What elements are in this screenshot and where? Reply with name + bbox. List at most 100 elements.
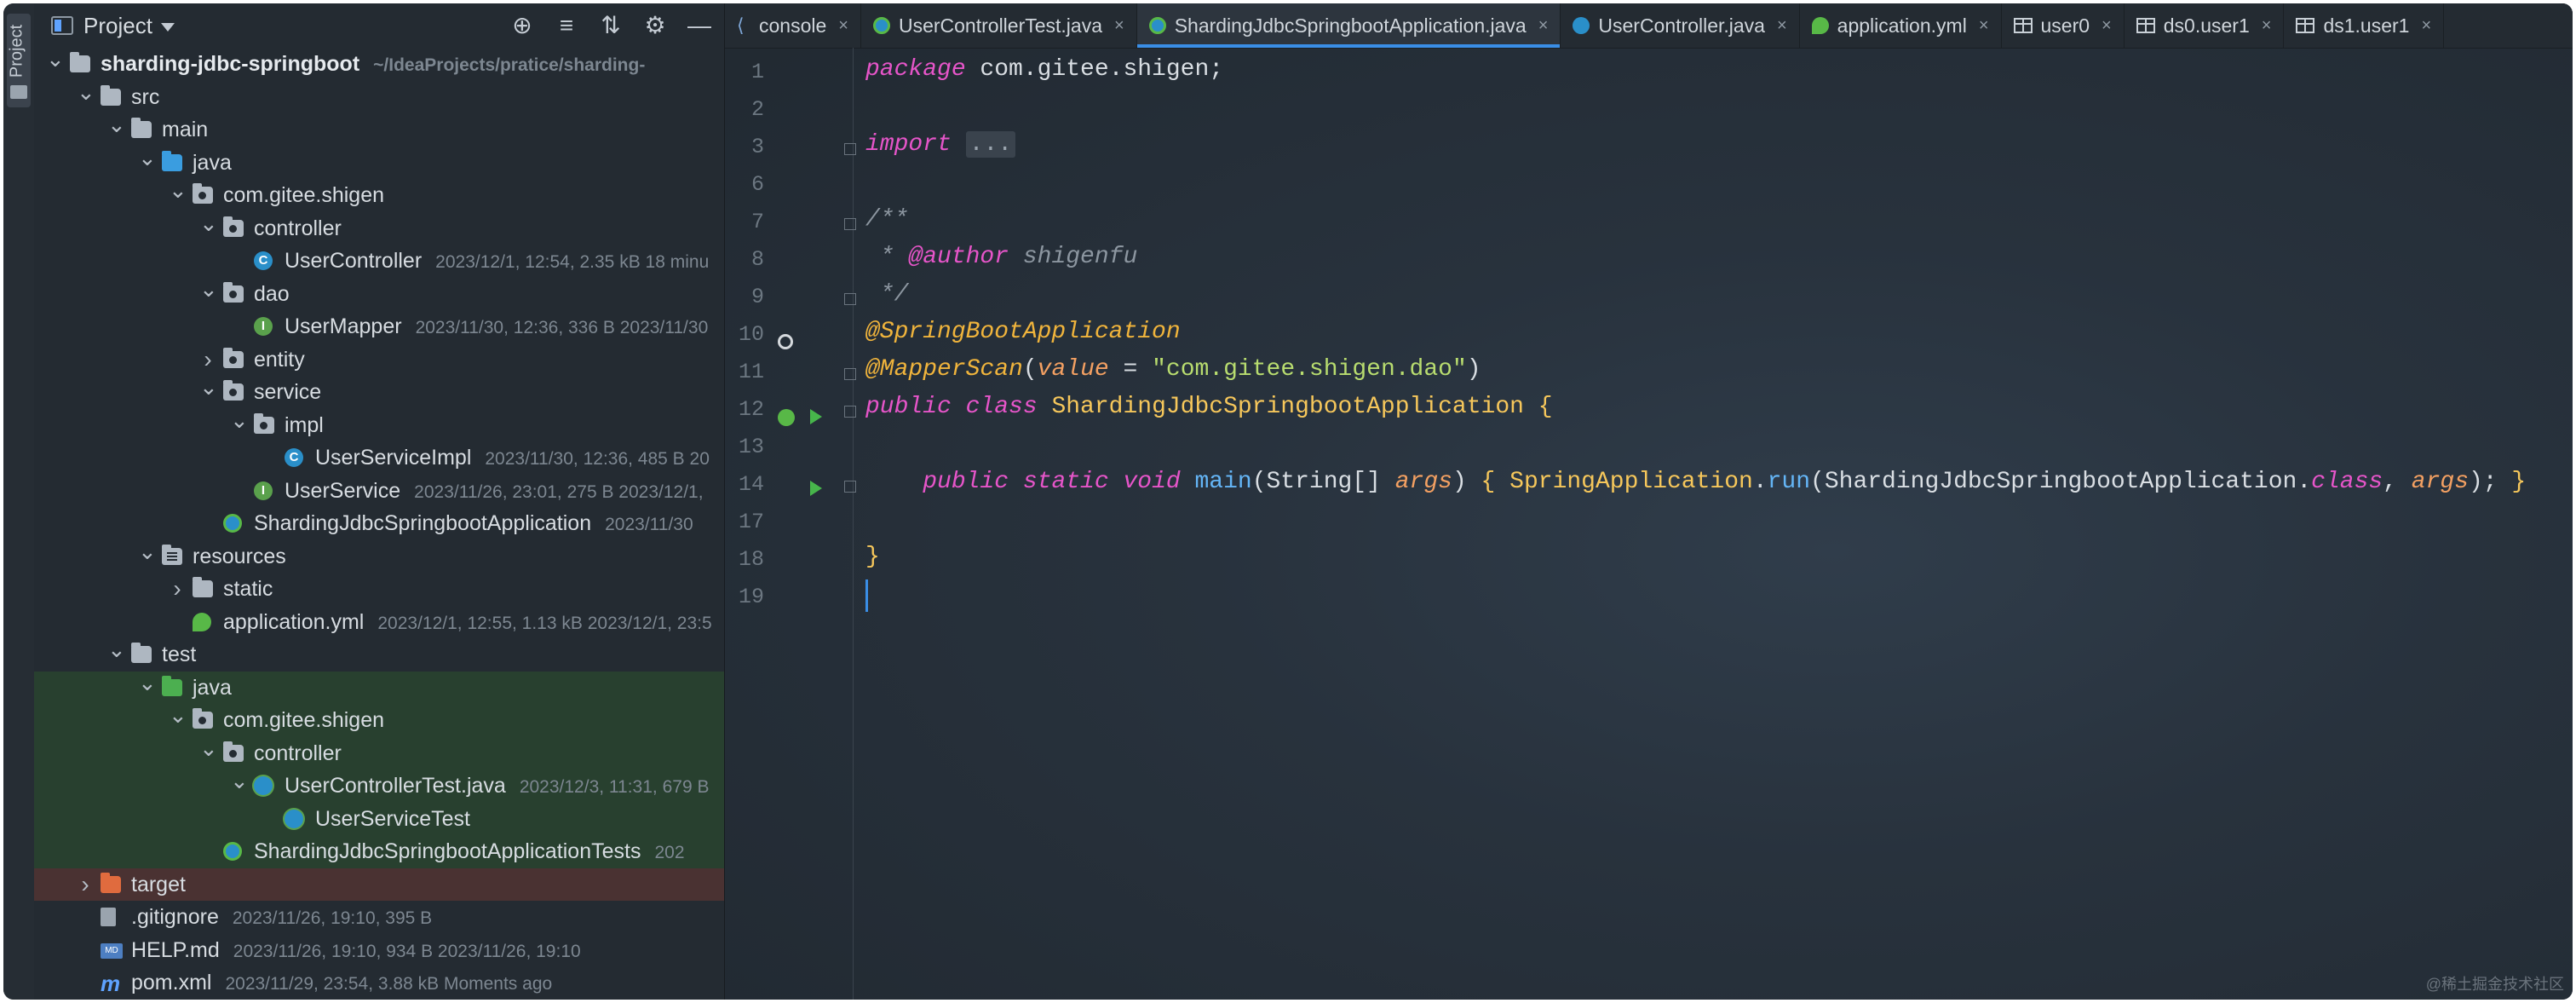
fold-toggle-icon[interactable] <box>844 143 856 155</box>
editor-tab[interactable]: ShardingJdbcSpringbootApplication.java × <box>1136 3 1561 48</box>
chevron-down-icon[interactable]: ⌄ <box>46 48 65 76</box>
project-panel: Project ⊕ ≡ ⇅ ⚙ — ⌄ sharding-jdbc-springb… <box>34 3 725 1000</box>
tree-item[interactable]: m pom.xml 2023/11/29, 23:54, 3.88 kB Momen… <box>34 966 724 1000</box>
chevron-down-icon[interactable]: ⌄ <box>199 278 218 306</box>
parameter: args <box>1394 469 1452 495</box>
tree-item[interactable]: › static <box>34 573 724 606</box>
tree-item[interactable]: MD HELP.md 2023/11/26, 19:10, 934 B 2023/1… <box>34 934 724 967</box>
tree-item[interactable]: I UserService 2023/11/26, 23:01, 275 B 202… <box>34 475 724 508</box>
chevron-down-icon[interactable]: ⌄ <box>77 81 95 109</box>
chevron-down-icon[interactable]: ⌄ <box>169 704 187 732</box>
tree-item[interactable]: ⌄ service <box>34 376 724 409</box>
run-icon[interactable] <box>810 481 822 496</box>
editor-tab[interactable]: UserControllerTest.java × <box>861 3 1137 48</box>
chevron-down-icon[interactable]: ⌄ <box>199 376 218 404</box>
chevron-down-icon[interactable]: ⌄ <box>107 113 126 141</box>
folded-imports[interactable]: ... <box>965 131 1016 158</box>
locate-file-icon[interactable]: ⊕ <box>509 10 535 41</box>
chevron-down-icon[interactable]: ⌄ <box>199 737 218 765</box>
minimize-icon[interactable]: — <box>687 10 712 41</box>
code-area[interactable]: package com.gitee.shigen; import ... /**… <box>865 48 2573 1000</box>
gear-icon[interactable]: ⚙ <box>642 10 668 41</box>
editor-tab[interactable]: user0 × <box>2002 3 2125 48</box>
spring-bean-icon[interactable] <box>778 409 795 426</box>
tree-item-label: controller <box>254 741 342 765</box>
project-panel-title[interactable]: Project <box>83 13 152 39</box>
editor-tab-label: UserController.java <box>1598 14 1765 37</box>
chevron-down-icon[interactable] <box>160 23 175 32</box>
tree-item[interactable]: ⌄ com.gitee.shigen <box>34 179 724 212</box>
close-icon[interactable]: × <box>2421 16 2431 36</box>
close-icon[interactable]: × <box>838 16 848 36</box>
tree-item[interactable]: ShardingJdbcSpringbootApplicationTests 20… <box>34 835 724 868</box>
chevron-down-icon[interactable]: ⌄ <box>230 409 249 437</box>
yaml-file-icon <box>193 612 211 631</box>
close-icon[interactable]: × <box>2102 16 2112 36</box>
tree-item[interactable]: ShardingJdbcSpringbootApplication 2023/11… <box>34 507 724 540</box>
code-line-12: public class ShardingJdbcSpringbootAppli… <box>865 394 1553 420</box>
text-caret <box>865 579 868 612</box>
fold-toggle-icon[interactable] <box>844 406 856 418</box>
tree-item[interactable]: ⌄ main <box>34 113 724 147</box>
close-icon[interactable]: × <box>2262 16 2272 36</box>
close-icon[interactable]: × <box>1114 16 1124 36</box>
chevron-down-icon[interactable]: ⌄ <box>169 179 187 207</box>
editor-tab[interactable]: ⟨ console × <box>725 3 861 48</box>
find-usages-icon[interactable] <box>778 334 793 349</box>
folder-icon <box>70 52 90 72</box>
chevron-right-icon[interactable]: › <box>199 343 216 377</box>
tree-item-label: UserController <box>285 249 423 273</box>
tree-item[interactable]: ⌄ sharding-jdbc-springboot ~/IdeaProjects/… <box>34 48 724 81</box>
fold-toggle-icon[interactable] <box>844 368 856 380</box>
tree-item[interactable]: ⌄ impl <box>34 409 724 442</box>
chevron-right-icon[interactable]: › <box>169 573 186 606</box>
close-icon[interactable]: × <box>1777 16 1787 36</box>
tree-item[interactable]: ⌄ com.gitee.shigen <box>34 704 724 737</box>
tree-item[interactable]: C UserServiceImpl 2023/11/30, 12:36, 485 B… <box>34 441 724 475</box>
chevron-down-icon[interactable]: ⌄ <box>230 770 249 798</box>
tree-item[interactable]: › target <box>34 868 724 902</box>
tree-item[interactable]: UserServiceTest <box>34 802 724 835</box>
project-tree: ⌄ sharding-jdbc-springboot ~/IdeaProjects/… <box>34 48 724 1000</box>
expand-all-icon[interactable]: ≡ <box>554 10 579 41</box>
chevron-down-icon[interactable]: ⌄ <box>138 147 157 175</box>
tree-item[interactable]: ⌄ test <box>34 638 724 672</box>
tree-item[interactable]: ⌄ dao <box>34 278 724 311</box>
fold-toggle-icon[interactable] <box>844 481 856 493</box>
tree-item[interactable]: ⌄ controller <box>34 212 724 245</box>
tree-item[interactable]: ⌄ controller <box>34 736 724 770</box>
line-number: 3 <box>750 135 764 159</box>
editor-tab[interactable]: UserController.java × <box>1561 3 1800 48</box>
fold-toggle-icon[interactable] <box>844 218 856 230</box>
editor-tab-label: user0 <box>2040 14 2090 37</box>
chevron-down-icon[interactable]: ⌄ <box>138 672 157 700</box>
tree-item[interactable]: ⌄ UserControllerTest.java 2023/12/3, 11:31… <box>34 770 724 803</box>
run-icon[interactable] <box>810 409 822 424</box>
tree-item[interactable]: .gitignore 2023/11/26, 19:10, 395 B <box>34 901 724 934</box>
chevron-down-icon[interactable]: ⌄ <box>138 540 157 568</box>
tree-item-label: resources <box>193 544 286 568</box>
fold-toggle-icon[interactable] <box>844 293 856 305</box>
tree-item[interactable]: ⌄ java <box>34 147 724 180</box>
tree-item[interactable]: › entity <box>34 343 724 377</box>
close-icon[interactable]: × <box>1979 16 1989 36</box>
code-line-10: @SpringBootApplication <box>865 319 1181 345</box>
tree-item-label: UserMapper <box>285 314 402 338</box>
chevron-down-icon[interactable]: ⌄ <box>107 638 126 666</box>
chevron-right-icon[interactable]: › <box>77 868 94 902</box>
tree-item-label: java <box>193 150 232 175</box>
tree-item[interactable]: ⌄ resources <box>34 540 724 574</box>
tree-item[interactable]: ⌄ java <box>34 671 724 704</box>
markdown-file-icon: MD <box>101 942 123 959</box>
tree-item[interactable]: ⌄ src <box>34 81 724 114</box>
editor-tab[interactable]: application.yml × <box>1800 3 2002 48</box>
tree-item[interactable]: I UserMapper 2023/11/30, 12:36, 336 B 2023… <box>34 310 724 343</box>
editor-tab[interactable]: ds1.user1 × <box>2284 3 2445 48</box>
collapse-all-icon[interactable]: ⇅ <box>598 10 624 41</box>
tree-item[interactable]: application.yml 2023/12/1, 12:55, 1.13 kB… <box>34 606 724 639</box>
close-icon[interactable]: × <box>1538 16 1549 36</box>
tree-item[interactable]: C UserController 2023/12/1, 12:54, 2.35 kB… <box>34 245 724 278</box>
package-icon <box>254 412 274 434</box>
editor-tab[interactable]: ds0.user1 × <box>2125 3 2285 48</box>
chevron-down-icon[interactable]: ⌄ <box>199 212 218 240</box>
